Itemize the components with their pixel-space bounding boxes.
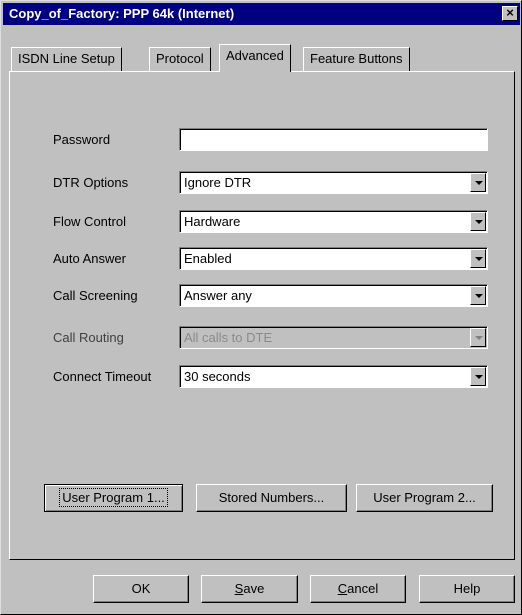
connect-timeout-select[interactable]: 30 seconds xyxy=(179,365,488,388)
help-button[interactable]: Help xyxy=(419,575,515,603)
call-screening-select[interactable]: Answer any xyxy=(179,284,488,307)
window-title: Copy_of_Factory: PPP 64k (Internet) xyxy=(9,6,235,21)
close-icon[interactable]: × xyxy=(502,6,518,21)
tab-protocol[interactable]: Protocol xyxy=(149,47,211,71)
call-routing-label: Call Routing xyxy=(53,330,124,345)
stored-numbers-button[interactable]: Stored Numbers... xyxy=(196,484,347,512)
flow-control-label: Flow Control xyxy=(53,214,126,229)
call-screening-label: Call Screening xyxy=(53,288,138,303)
chevron-down-icon[interactable] xyxy=(470,367,486,386)
chevron-down-icon[interactable] xyxy=(470,212,486,231)
tab-feature-buttons[interactable]: Feature Buttons xyxy=(303,47,410,71)
chevron-down-icon[interactable] xyxy=(470,286,486,305)
dialog-window: Copy_of_Factory: PPP 64k (Internet) × IS… xyxy=(0,0,522,615)
user-program-1-button[interactable]: User Program 1... xyxy=(44,484,183,512)
call-routing-select: All calls to DTE xyxy=(179,326,488,349)
ok-button[interactable]: OK xyxy=(93,575,189,603)
user-program-2-button[interactable]: User Program 2... xyxy=(356,484,493,512)
cancel-accelerator: C xyxy=(337,581,348,596)
title-bar[interactable]: Copy_of_Factory: PPP 64k (Internet) × xyxy=(3,3,520,25)
cancel-button[interactable]: Cancel xyxy=(310,575,406,603)
password-field[interactable] xyxy=(179,128,488,151)
advanced-tab-panel: Password DTR Options Ignore DTR Flow Con… xyxy=(9,71,515,560)
auto-answer-select[interactable]: Enabled xyxy=(179,247,488,270)
password-label: Password xyxy=(53,132,111,147)
auto-answer-label: Auto Answer xyxy=(53,251,126,266)
cancel-label: ancel xyxy=(347,581,379,596)
save-label: ave xyxy=(243,581,265,596)
tab-advanced[interactable]: Advanced xyxy=(219,44,291,72)
chevron-down-icon xyxy=(470,328,486,347)
tab-isdn-line-setup[interactable]: ISDN Line Setup xyxy=(11,47,122,71)
chevron-down-icon[interactable] xyxy=(470,249,486,268)
flow-control-select[interactable]: Hardware xyxy=(179,210,488,233)
connect-timeout-label: Connect Timeout xyxy=(53,369,152,384)
dtr-options-select[interactable]: Ignore DTR xyxy=(179,171,488,194)
dtr-options-label: DTR Options xyxy=(53,175,129,190)
save-button[interactable]: Save xyxy=(201,575,298,603)
chevron-down-icon[interactable] xyxy=(470,173,486,192)
